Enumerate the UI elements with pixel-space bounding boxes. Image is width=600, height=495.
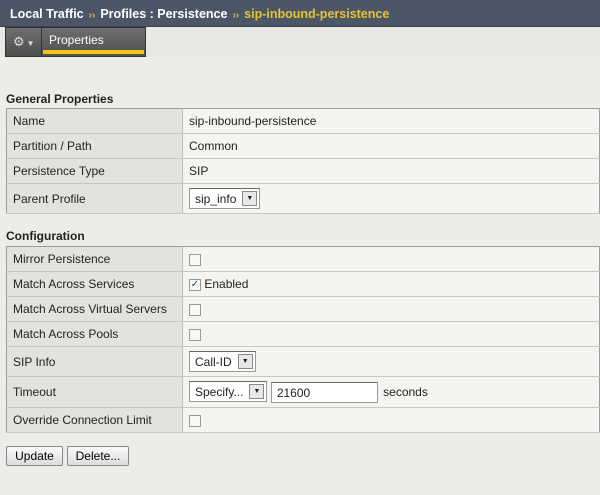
- match-across-virtual-servers-checkbox[interactable]: [189, 303, 201, 316]
- match-across-pools-label: Match Across Pools: [6, 321, 183, 347]
- select-value: sip_info: [195, 191, 237, 206]
- tab-bar: ⚙ ▼ Properties: [0, 27, 600, 57]
- delete-button[interactable]: Delete...: [67, 446, 129, 466]
- parent-profile-select[interactable]: sip_info ▼: [189, 188, 261, 209]
- mirror-cell: [182, 246, 600, 272]
- gear-menu-button[interactable]: ⚙ ▼: [5, 27, 42, 57]
- select-value: Specify...: [195, 384, 244, 399]
- sip-info-cell: Call-ID ▼: [182, 346, 600, 377]
- update-button[interactable]: Update: [6, 446, 63, 466]
- breadcrumb: Local Traffic ›› Profiles : Persistence ›› s…: [0, 0, 600, 27]
- persistence-type-value: SIP: [182, 158, 600, 184]
- chevron-down-icon: ▼: [249, 384, 265, 400]
- name-value: sip-inbound-persistence: [182, 108, 600, 134]
- persistence-type-label: Persistence Type: [6, 158, 183, 184]
- active-tab-indicator: [43, 50, 144, 54]
- match-across-services-label: Match Across Services: [6, 271, 183, 297]
- partition-value: Common: [182, 133, 600, 159]
- override-connection-limit-checkbox[interactable]: [189, 414, 201, 427]
- configuration-table: Mirror Persistence Match Across Services…: [6, 246, 600, 433]
- partition-label: Partition / Path: [6, 133, 183, 159]
- services-cell: ✓ Enabled: [182, 271, 600, 297]
- match-across-pools-checkbox[interactable]: [189, 328, 201, 341]
- override-connection-limit-label: Override Connection Limit: [6, 407, 183, 433]
- mirror-persistence-checkbox[interactable]: [189, 253, 201, 266]
- chevron-down-icon: ▼: [26, 39, 35, 48]
- general-properties-table: Name sip-inbound-persistence Partition / …: [6, 108, 600, 214]
- select-value: Call-ID: [195, 354, 232, 369]
- sip-info-select[interactable]: Call-ID ▼: [189, 351, 256, 372]
- mirror-persistence-label: Mirror Persistence: [6, 246, 183, 272]
- match-across-services-checkbox[interactable]: ✓: [189, 278, 201, 291]
- tab-label: Properties: [49, 33, 104, 47]
- override-cell: [182, 407, 600, 433]
- chevron-down-icon: ▼: [242, 191, 258, 206]
- breadcrumb-current: sip-inbound-persistence: [244, 7, 390, 21]
- tab-properties[interactable]: Properties: [41, 27, 146, 57]
- vs-cell: [182, 296, 600, 322]
- parent-profile-cell: sip_info ▼: [182, 183, 600, 214]
- match-across-virtual-servers-label: Match Across Virtual Servers: [6, 296, 183, 322]
- parent-profile-label: Parent Profile: [6, 183, 183, 214]
- gear-icon: ⚙: [13, 34, 25, 49]
- chevron-down-icon: ▼: [237, 354, 253, 369]
- configuration-heading: Configuration: [6, 229, 85, 243]
- timeout-input[interactable]: 21600: [270, 381, 378, 403]
- general-properties-heading: General Properties: [6, 92, 114, 106]
- timeout-mode-select[interactable]: Specify... ▼: [189, 381, 268, 403]
- sip-info-label: SIP Info: [6, 346, 183, 377]
- enabled-label: Enabled: [204, 277, 249, 291]
- breadcrumb-profiles-persistence[interactable]: Profiles : Persistence: [100, 7, 227, 21]
- breadcrumb-local-traffic[interactable]: Local Traffic: [10, 7, 84, 21]
- name-label: Name: [6, 108, 183, 134]
- timeout-label: Timeout: [6, 376, 183, 408]
- pools-cell: [182, 321, 600, 347]
- timeout-cell: Specify... ▼ 21600 seconds: [182, 376, 600, 408]
- seconds-label: seconds: [383, 384, 428, 399]
